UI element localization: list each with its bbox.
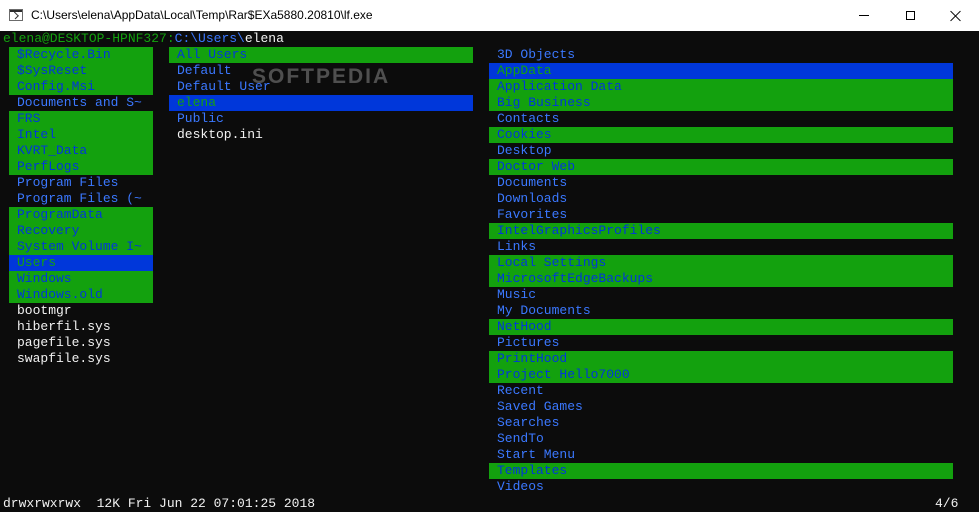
parent-list-item[interactable]: hiberfil.sys [9, 319, 153, 335]
preview-list-item[interactable]: Project Hello7000 [489, 367, 953, 383]
preview-list-item[interactable]: Contacts [489, 111, 953, 127]
user-host: elena@DESKTOP-HPNF327 [3, 31, 167, 46]
preview-list-item[interactable]: Links [489, 239, 953, 255]
current-list-item[interactable]: Public [169, 111, 473, 127]
preview-list-item[interactable]: Desktop [489, 143, 953, 159]
preview-list-item[interactable]: SendTo [489, 431, 953, 447]
preview-list-item[interactable]: Application Data [489, 79, 953, 95]
parent-list-item[interactable]: System Volume I~ [9, 239, 153, 255]
parent-list-item[interactable]: Users [9, 255, 153, 271]
preview-list-item[interactable]: Local Settings [489, 255, 953, 271]
parent-list-item[interactable]: Windows.old [9, 287, 153, 303]
minimize-button[interactable] [841, 0, 887, 31]
parent-list-item[interactable]: FRS [9, 111, 153, 127]
preview-list-item[interactable]: Doctor Web [489, 159, 953, 175]
parent-list-item[interactable]: pagefile.sys [9, 335, 153, 351]
parent-list-item[interactable]: Intel [9, 127, 153, 143]
preview-list-item[interactable]: Cookies [489, 127, 953, 143]
parent-list-item[interactable]: swapfile.sys [9, 351, 153, 367]
preview-list-item[interactable]: Big Business [489, 95, 953, 111]
preview-list-item[interactable]: Documents [489, 175, 953, 191]
maximize-button[interactable] [887, 0, 933, 31]
preview-list-item[interactable]: Saved Games [489, 399, 953, 415]
parent-list-item[interactable]: Windows [9, 271, 153, 287]
parent-list-item[interactable]: Config.Msi [9, 79, 153, 95]
parent-list-item[interactable]: Recovery [9, 223, 153, 239]
preview-list-item[interactable]: Pictures [489, 335, 953, 351]
terminal-window: C:\Users\elena\AppData\Local\Temp\Rar$EX… [0, 0, 979, 512]
preview-list-item[interactable]: Favorites [489, 207, 953, 223]
close-button[interactable] [933, 0, 979, 31]
current-list-item[interactable]: desktop.ini [169, 127, 473, 143]
console-area[interactable]: elena@DESKTOP-HPNF327:C:\Users\elena $Re… [0, 31, 979, 512]
maximize-icon [905, 11, 915, 20]
preview-list-item[interactable]: Recent [489, 383, 953, 399]
parent-path: C:\Users\ [174, 31, 245, 46]
preview-list-item[interactable]: AppData [489, 63, 953, 79]
preview-list-item[interactable]: Music [489, 287, 953, 303]
parent-list-item[interactable]: bootmgr [9, 303, 153, 319]
parent-list-item[interactable]: KVRT_Data [9, 143, 153, 159]
console-app-icon [9, 9, 23, 21]
parent-list-item[interactable]: Program Files (~ [9, 191, 153, 207]
preview-list-item[interactable]: IntelGraphicsProfiles [489, 223, 953, 239]
parent-list-item[interactable]: Documents and S~ [9, 95, 153, 111]
parent-list-item[interactable]: $Recycle.Bin [9, 47, 153, 63]
parent-list-item[interactable]: Program Files [9, 175, 153, 191]
current-directory: elena [244, 31, 284, 46]
status-position: 4/6 [935, 496, 959, 511]
preview-list-item[interactable]: Searches [489, 415, 953, 431]
path-separator: : [166, 31, 175, 46]
window-title: C:\Users\elena\AppData\Local\Temp\Rar$EX… [31, 8, 373, 22]
preview-list-item[interactable]: Templates [489, 463, 953, 479]
preview-list-item[interactable]: 3D Objects [489, 47, 953, 63]
current-list-item[interactable]: elena [169, 95, 473, 111]
title-bar[interactable]: C:\Users\elena\AppData\Local\Temp\Rar$EX… [0, 0, 979, 31]
minimize-icon [859, 15, 869, 16]
parent-list-item[interactable]: ProgramData [9, 207, 153, 223]
status-file-info: drwxrwxrwx 12K Fri Jun 22 07:01:25 2018 [3, 496, 316, 511]
preview-list-item[interactable]: My Documents [489, 303, 953, 319]
current-list-item[interactable]: Default User [169, 79, 473, 95]
close-icon [950, 10, 962, 22]
current-list-item[interactable]: Default [169, 63, 473, 79]
preview-list-item[interactable]: NetHood [489, 319, 953, 335]
preview-list-item[interactable]: Start Menu [489, 447, 953, 463]
parent-list-item[interactable]: PerfLogs [9, 159, 153, 175]
parent-list-item[interactable]: $SysReset [9, 63, 153, 79]
preview-list-item[interactable]: Downloads [489, 191, 953, 207]
preview-list-item[interactable]: PrintHood [489, 351, 953, 367]
preview-list-item[interactable]: MicrosoftEdgeBackups [489, 271, 953, 287]
preview-list-item[interactable]: Videos [489, 479, 953, 495]
current-list-item[interactable]: All Users [169, 47, 473, 63]
path-header: elena@DESKTOP-HPNF327:C:\Users\elena [3, 31, 284, 47]
